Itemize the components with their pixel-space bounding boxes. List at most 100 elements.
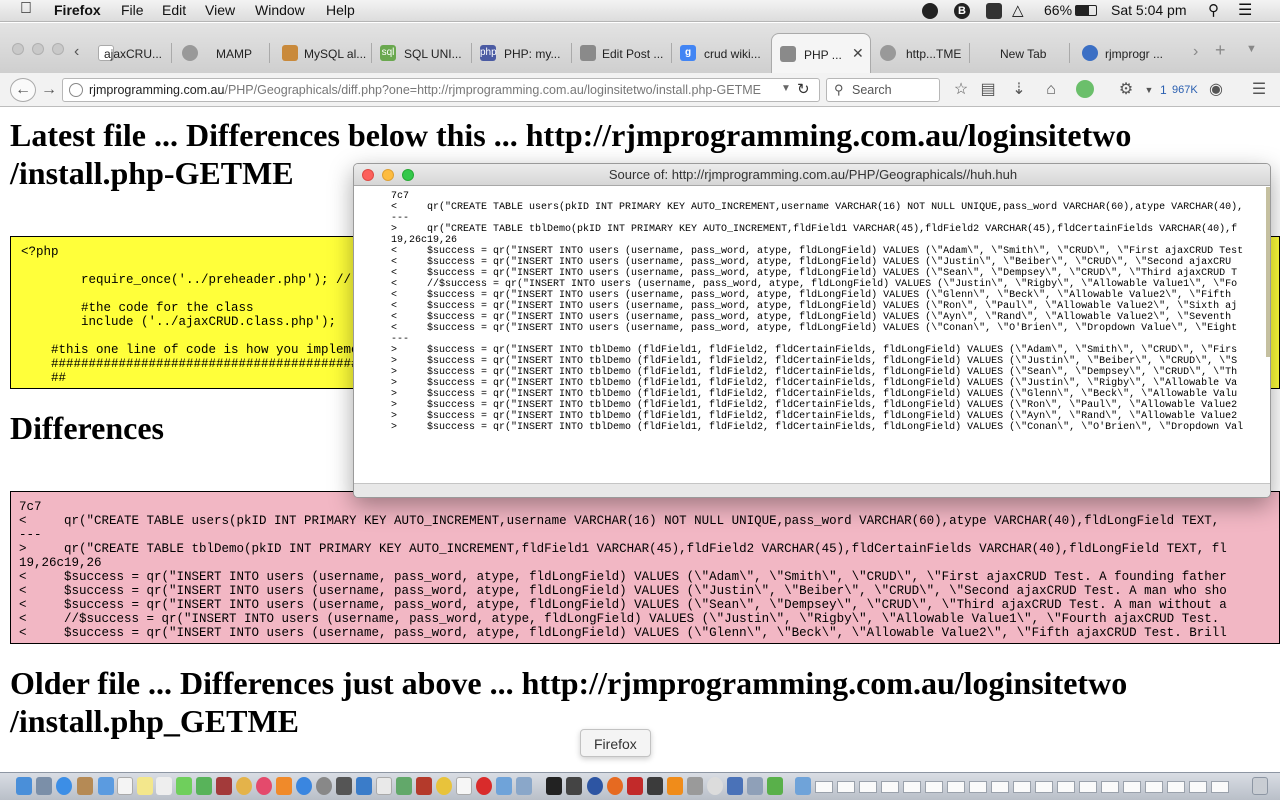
list-all-tabs-icon[interactable]: ▼ [1246,43,1257,55]
terminal-icon[interactable] [546,777,562,795]
addon-gear-icon[interactable]: ⚙ [1115,80,1137,100]
window-close-button[interactable] [12,43,24,55]
itunes-icon[interactable] [256,777,272,795]
messages-icon[interactable] [176,777,192,795]
minimized-window-icon[interactable] [1145,781,1163,793]
notes-icon[interactable] [137,777,153,795]
reminders-icon[interactable] [156,777,172,795]
folder-icon[interactable] [496,777,512,795]
downloads-icon[interactable]: ⇣ [1008,80,1030,100]
filezilla-dock-icon[interactable] [627,777,643,795]
view-source-titlebar[interactable]: Source of: http://rjmprogramming.com.au/… [354,164,1270,186]
menu-help[interactable]: Help [326,2,355,18]
calendar-icon[interactable] [117,777,133,795]
preview-icon[interactable] [516,777,532,795]
opera-icon[interactable] [476,777,492,795]
minimized-window-icon[interactable] [903,781,921,793]
downloads-folder-icon[interactable] [795,777,811,795]
reading-list-icon[interactable]: ▤ [977,80,999,100]
addon-counter[interactable]: 1 [1160,83,1167,97]
minimized-window-icon[interactable] [1079,781,1097,793]
finder-icon[interactable] [16,777,32,795]
document-icon[interactable] [456,777,472,795]
search-box[interactable]: ⚲ Search [826,78,940,102]
tab-mysql[interactable]: MySQL al... [270,33,372,73]
new-tab-plus-icon[interactable]: + [1215,40,1226,61]
filezilla-icon[interactable] [416,777,432,795]
photo-booth-icon[interactable] [216,777,232,795]
facetime-icon[interactable] [196,777,212,795]
menu-file[interactable]: File [121,2,144,18]
tab-edit-post[interactable]: Edit Post ... [572,33,672,73]
contacts-icon[interactable] [77,777,93,795]
flux-icon[interactable] [986,3,1002,19]
minimized-window-icon[interactable] [991,781,1009,793]
minimized-window-icon[interactable] [1123,781,1141,793]
apple-menu-icon[interactable]:  [20,0,32,18]
vlc-icon[interactable] [667,777,683,795]
app-menu-firefox[interactable]: Firefox [54,2,101,18]
evernote-icon[interactable] [767,777,783,795]
site-identity-globe-icon[interactable] [69,83,83,97]
chrome-icon[interactable] [436,777,452,795]
window-zoom-button[interactable] [52,43,64,55]
xcode-icon[interactable] [356,777,372,795]
utility-icon[interactable] [336,777,352,795]
minimized-window-icon[interactable] [815,781,833,793]
menu-edit[interactable]: Edit [162,2,186,18]
trash-icon[interactable] [1252,777,1268,795]
spotlight-search-icon[interactable]: ⚲ [1208,1,1219,19]
mail-icon[interactable] [98,777,114,795]
minimized-window-icon[interactable] [925,781,943,793]
safari-icon[interactable] [56,777,72,795]
addon-green-icon[interactable] [1074,80,1096,100]
tab-php-active[interactable]: PHP ... ✕ [771,33,871,73]
minimized-window-icon[interactable] [1057,781,1075,793]
tab-php-manual[interactable]: php PHP: my... [472,33,572,73]
tab-http-getme[interactable]: http...TME [872,33,970,73]
grapher-icon[interactable] [647,777,663,795]
minimized-window-icon[interactable] [1035,781,1053,793]
url-text[interactable]: rjmprogramming.com.au/PHP/Geographicals/… [89,83,761,97]
minimized-window-icon[interactable] [859,781,877,793]
tab-rjmprogr[interactable]: rjmprogr ... [1070,33,1180,73]
sketch-icon[interactable] [747,777,763,795]
url-dropdown-icon[interactable]: ▼ [781,83,791,94]
notification-center-icon[interactable]: ☰ [1238,0,1252,20]
addon-dropdown-icon[interactable]: ▼ [1138,80,1160,100]
home-icon[interactable]: ⌂ [1040,80,1062,100]
menubar-clock[interactable]: Sat 5:04 pm [1111,2,1187,18]
bitcoin-icon[interactable]: B [954,3,970,19]
bitcoin-dock-icon[interactable] [587,777,603,795]
hamburger-menu-icon[interactable]: ☰ [1248,80,1270,100]
forward-button[interactable]: → [38,80,60,100]
tab-scroll-left-icon[interactable]: ‹ [74,43,79,61]
tab-scroll-right-icon[interactable]: › [1193,43,1198,61]
minimized-window-icon[interactable] [947,781,965,793]
console-icon[interactable] [566,777,582,795]
addon-counter-size[interactable]: 967K [1172,84,1198,96]
source-code-body[interactable]: 7c7 < qr("CREATE TABLE users(pkID INT PRI… [354,187,1270,483]
tab-crud-wiki[interactable]: g crud wiki... [672,33,772,73]
minimized-window-icon[interactable] [1167,781,1185,793]
system-preferences-icon[interactable] [316,777,332,795]
url-bar[interactable]: rjmprogramming.com.au/PHP/Geographicals/… [62,78,820,102]
tab-ajaxcrud[interactable]: ajaxCRU... [90,33,172,73]
menu-window[interactable]: Window [255,2,305,18]
status-app-icon[interactable] [922,3,938,19]
tab-mamp[interactable]: MAMP [172,33,270,73]
source-window-minimize-button[interactable] [382,169,394,181]
ibooks-icon[interactable] [276,777,292,795]
window-minimize-button[interactable] [32,43,44,55]
source-scrollbar[interactable] [1266,187,1270,357]
tab-new-tab[interactable]: New Tab [970,33,1070,73]
disk-utility-icon[interactable] [687,777,703,795]
wifi-icon[interactable]: △ [1012,1,1024,19]
minimized-window-icon[interactable] [1101,781,1119,793]
tab-sql-union[interactable]: sql SQL UNI... [372,33,472,73]
minimized-window-icon[interactable] [881,781,899,793]
virtualbox-icon[interactable] [727,777,743,795]
launchpad-icon[interactable] [36,777,52,795]
help-icon[interactable] [707,777,723,795]
minimized-window-icon[interactable] [837,781,855,793]
